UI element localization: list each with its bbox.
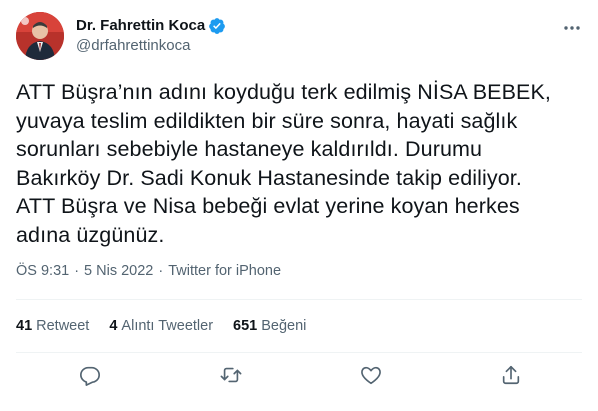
tweet-time[interactable]: ÖS 9:31	[16, 263, 69, 279]
retweets-label: Retweet	[36, 318, 90, 334]
retweets-stat[interactable]: 41 Retweet	[16, 316, 89, 336]
tweet-date[interactable]: 5 Nis 2022	[84, 263, 153, 279]
tweet-text-line: Bakırköy Dr. Sadi Konuk Hastanesinde tak…	[16, 165, 522, 190]
name-row: Dr. Fahrettin Koca	[76, 16, 226, 36]
tweet-text-line: ATT Büşra’nın adını koyduğu terk edilmiş…	[16, 80, 551, 104]
tweet-header: Dr. Fahrettin Koca @drfahrettinkoca	[16, 12, 582, 60]
author-names: Dr. Fahrettin Koca @drfahrettinkoca	[76, 16, 226, 56]
quotes-label: Alıntı Tweetler	[121, 318, 214, 334]
retweets-count: 41	[16, 318, 33, 334]
quotes-stat[interactable]: 4 Alıntı Tweetler	[109, 316, 213, 336]
avatar[interactable]	[16, 12, 64, 60]
likes-label: Beğeni	[261, 318, 307, 334]
verified-badge-icon	[208, 17, 226, 35]
reply-button[interactable]	[76, 361, 104, 389]
divider	[16, 299, 582, 300]
tweet-meta: ÖS 9:31 · 5 Nis 2022 · Twitter for iPhon…	[16, 263, 281, 279]
retweet-button[interactable]	[217, 361, 245, 389]
more-options-button[interactable]	[562, 18, 582, 38]
reply-icon	[80, 366, 100, 386]
like-button[interactable]	[357, 361, 385, 389]
profile-photo-icon	[16, 12, 64, 60]
tweet-source[interactable]: Twitter for iPhone	[168, 263, 281, 279]
share-icon	[502, 365, 520, 385]
quotes-count: 4	[109, 318, 118, 334]
tweet-text: ATT Büşra’nın adını koyduğu terk edilmiş…	[16, 78, 582, 250]
tweet-stats: 41 Retweet 4 Alıntı Tweetler 651 Beğeni	[16, 316, 326, 336]
tweet-text-line: sorunları sebebiyle hastaneye kaldırıldı…	[16, 137, 483, 162]
heart-icon	[361, 366, 381, 385]
divider	[16, 352, 582, 353]
author-display-name[interactable]: Dr. Fahrettin Koca	[76, 16, 205, 36]
tweet-text-line: yuvaya teslim edildikten bir süre sonra,…	[16, 108, 518, 133]
tweet-text-line: adına üzgünüz.	[16, 222, 165, 247]
likes-stat[interactable]: 651 Beğeni	[233, 316, 306, 336]
likes-count: 651	[233, 318, 258, 334]
retweet-icon	[220, 367, 242, 383]
meta-separator: ·	[158, 263, 164, 279]
share-button[interactable]	[497, 361, 525, 389]
meta-separator: ·	[74, 263, 80, 279]
more-dots-icon	[564, 26, 580, 30]
tweet-actions	[16, 361, 582, 389]
author-handle[interactable]: @drfahrettinkoca	[76, 36, 226, 56]
tweet-text-line: ATT Büşra ve Nisa bebeği evlat yerine ko…	[16, 194, 520, 219]
tweet: Dr. Fahrettin Koca @drfahrettinkoca ATT …	[0, 0, 598, 411]
